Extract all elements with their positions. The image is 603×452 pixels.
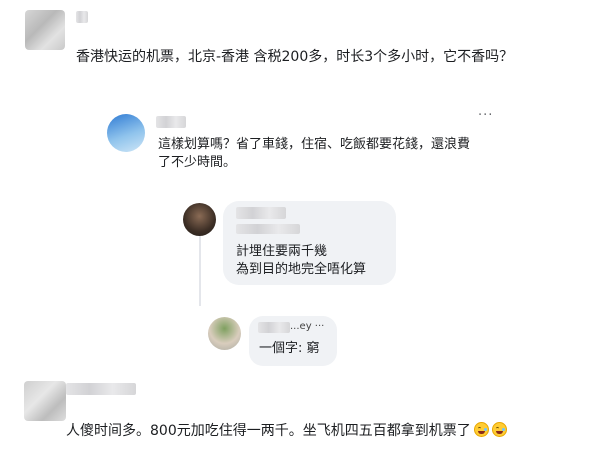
commenter-name[interactable] <box>66 383 136 395</box>
grinning-sweat-emoji <box>473 422 489 437</box>
avatar[interactable] <box>107 114 145 152</box>
avatar[interactable] <box>208 317 241 350</box>
commenter-name[interactable] <box>76 11 88 23</box>
comment-text: 香港快运的机票，北京-香港 含税200多，时长3个多小时，它不香吗？ <box>76 49 514 65</box>
thread-line <box>199 236 201 290</box>
thread-line <box>199 288 201 306</box>
reply-text-line-2: 了不少時間。 <box>158 155 237 170</box>
commenter-name[interactable] <box>236 207 286 219</box>
reply-text-line-1: 這樣划算嗎？省了車錢，住宿、吃飯都要花錢，還浪費 <box>158 137 471 152</box>
reply-text: 一個字: 窮 <box>259 341 320 356</box>
grinning-sweat-emoji <box>491 422 507 437</box>
commenter-name[interactable] <box>258 322 290 333</box>
comment-text: 人傻时间多。800元加吃住得一两千。坐飞机四五百都拿到机票了 <box>66 423 471 439</box>
avatar[interactable] <box>183 203 216 236</box>
comment-body: 人傻时间多。800元加吃住得一两千。坐飞机四五百都拿到机票了 <box>66 420 507 440</box>
commenter-subtitle <box>236 224 300 234</box>
commenter-name-fragment: ...ey ··· <box>290 321 325 332</box>
more-options-icon[interactable]: ··· <box>478 108 493 123</box>
avatar[interactable] <box>24 381 66 421</box>
reply-text-line-2: 為到目的地完全唔化算 <box>236 262 367 277</box>
reply-text-line-1: 計埋住要兩千幾 <box>236 244 328 259</box>
commenter-name[interactable] <box>156 116 186 128</box>
avatar[interactable] <box>25 10 65 50</box>
